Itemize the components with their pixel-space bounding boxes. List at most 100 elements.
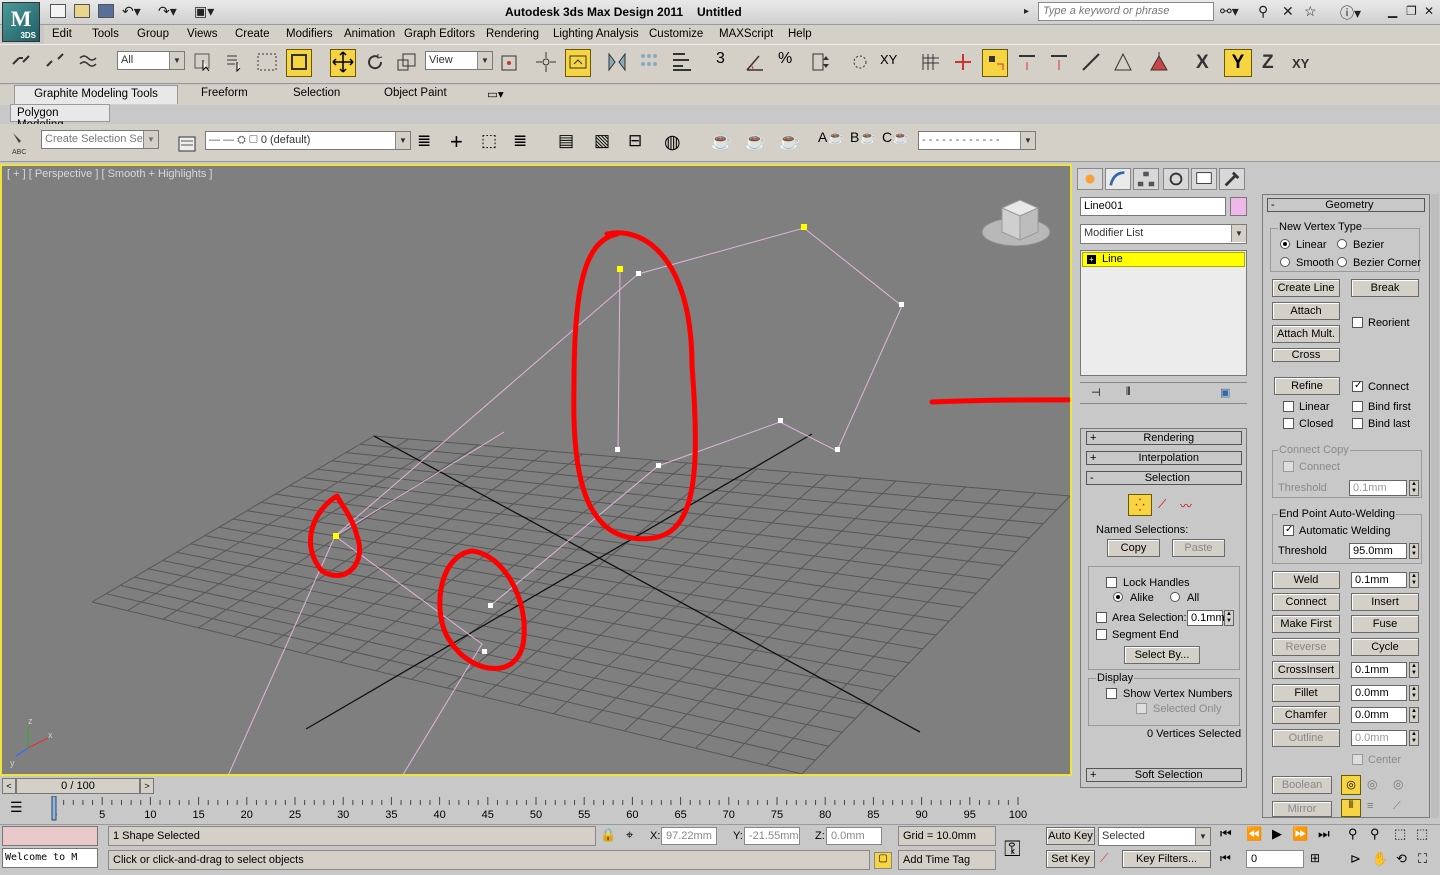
- selection-lock-icon[interactable]: 🔒: [600, 827, 616, 843]
- connect-button[interactable]: Connect: [1272, 593, 1340, 611]
- menu-edit[interactable]: Edit: [52, 28, 72, 40]
- outline-button[interactable]: Outline: [1272, 729, 1340, 747]
- boolean-intersect-icon[interactable]: ◎: [1393, 777, 1403, 791]
- ribbon-options-icon[interactable]: ▭▾: [487, 87, 504, 101]
- zoom-all-icon[interactable]: ⚲: [1370, 826, 1380, 842]
- hierarchy-tab-icon[interactable]: [1133, 168, 1159, 190]
- viewport-scene[interactable]: z x y: [2, 166, 1070, 774]
- bind-last-checkbox[interactable]: [1352, 418, 1363, 429]
- maximize-viewport-icon[interactable]: ⛶: [1418, 851, 1427, 867]
- perspective-viewport[interactable]: z x y: [0, 164, 1072, 776]
- current-frame-field[interactable]: 0: [1246, 850, 1304, 868]
- area-selection-checkbox[interactable]: [1096, 612, 1107, 623]
- edge-snap-icon[interactable]: [1078, 49, 1104, 77]
- menu-create[interactable]: Create: [235, 28, 270, 40]
- midpoint-snap-icon[interactable]: [1046, 49, 1072, 77]
- show-end-result-icon[interactable]: ⫴: [1126, 386, 1131, 399]
- crossinsert-button[interactable]: CrossInsert: [1272, 661, 1340, 679]
- key-filters-button[interactable]: Key Filters...: [1122, 850, 1211, 868]
- angle-snap-icon[interactable]: [742, 49, 768, 77]
- fuse-button[interactable]: Fuse: [1351, 615, 1419, 633]
- layer-manager-button-icon[interactable]: [176, 131, 200, 155]
- previous-frame-icon[interactable]: ⏪: [1246, 826, 1262, 842]
- vertex-type-bezier-radio[interactable]: [1337, 239, 1347, 249]
- object-name-field[interactable]: Line001: [1080, 197, 1226, 216]
- select-manipulate-icon[interactable]: [533, 49, 559, 77]
- rollout-geometry[interactable]: - Geometry: [1267, 198, 1425, 212]
- tab-freeform[interactable]: Freeform: [201, 87, 248, 99]
- menu-rendering[interactable]: Rendering: [486, 28, 539, 40]
- next-frame-icon[interactable]: ⏩: [1292, 826, 1308, 842]
- undo-icon[interactable]: ↶▾: [122, 3, 141, 20]
- project-folder-icon[interactable]: ▣▾: [194, 3, 214, 20]
- create-tab-icon[interactable]: [1077, 168, 1103, 190]
- auto-key-button[interactable]: Auto Key: [1046, 827, 1095, 845]
- pivot-center-icon[interactable]: [497, 49, 523, 77]
- area-selection-spinner-arrows[interactable]: ▲ ▼: [1224, 610, 1234, 626]
- key-mode-toggle-icon[interactable]: ⏮: [1220, 851, 1231, 866]
- new-file-icon[interactable]: [50, 4, 66, 18]
- insert-button[interactable]: Insert: [1351, 593, 1419, 611]
- set-key-button[interactable]: Set Key: [1046, 850, 1095, 868]
- rollout-soft-selection[interactable]: + Soft Selection: [1086, 768, 1242, 782]
- bind-space-warp-icon[interactable]: [76, 49, 102, 77]
- chamfer-button[interactable]: Chamfer: [1272, 706, 1340, 724]
- cross-section-button[interactable]: Cross Section: [1272, 348, 1340, 362]
- go-to-end-icon[interactable]: ⏭: [1318, 826, 1330, 842]
- render-production-icon[interactable]: ☕: [778, 131, 800, 152]
- pan-view-icon[interactable]: ✋: [1372, 851, 1388, 867]
- close-button[interactable]: ✕: [1424, 4, 1434, 18]
- configure-modifier-sets-icon[interactable]: ▣: [1220, 386, 1230, 399]
- save-icon[interactable]: [98, 4, 114, 18]
- field-of-view-icon[interactable]: ⊳: [1350, 851, 1361, 867]
- reverse-button[interactable]: Reverse: [1272, 638, 1340, 656]
- named-selection-sets-icon[interactable]: [847, 49, 873, 77]
- rendered-frame-window-icon[interactable]: ☕: [744, 131, 766, 152]
- select-by-name-icon[interactable]: [222, 49, 248, 77]
- key-set-dropdown[interactable]: Selected ▼: [1098, 827, 1211, 846]
- maxscript-listener-mini[interactable]: [2, 826, 98, 846]
- tab-selection[interactable]: Selection: [293, 87, 340, 99]
- rollout-interpolation[interactable]: + Interpolation: [1086, 451, 1242, 465]
- app-logo-button[interactable]: M 3DS: [2, 2, 40, 42]
- stack-item-line[interactable]: + Line: [1082, 252, 1245, 267]
- lock-handles-checkbox[interactable]: [1106, 577, 1117, 588]
- cycle-button[interactable]: Cycle: [1351, 638, 1419, 656]
- xy-constraint-icon[interactable]: XY: [880, 52, 897, 67]
- bind-first-checkbox[interactable]: [1352, 401, 1363, 412]
- search-expand-icon[interactable]: ▸: [1024, 6, 1029, 17]
- all-radio[interactable]: [1170, 592, 1180, 602]
- open-file-icon[interactable]: [74, 4, 90, 18]
- next-frame-arrow[interactable]: >: [140, 778, 154, 794]
- current-layer-dropdown[interactable]: — — ⛭ ▢ 0 (default) ▼: [205, 131, 411, 150]
- command-panel-scrollbar[interactable]: [1431, 194, 1439, 818]
- vertex-type-smooth-radio[interactable]: [1280, 257, 1290, 267]
- create-line-button[interactable]: Create Line: [1272, 279, 1340, 297]
- select-and-move-icon[interactable]: [330, 49, 356, 77]
- axis-z-button[interactable]: Z: [1262, 52, 1274, 74]
- schematic-view-icon[interactable]: ⊟: [628, 131, 642, 151]
- tab-polygon-modeling[interactable]: Polygon Modeling: [10, 104, 110, 131]
- y-coordinate-field[interactable]: -21.55mm: [744, 827, 800, 845]
- connect-copy-threshold-arrows[interactable]: ▲ ▼: [1409, 480, 1419, 496]
- axis-x-button[interactable]: X: [1196, 52, 1209, 74]
- rectangular-selection-icon[interactable]: [254, 49, 280, 77]
- paste-selection-button[interactable]: Paste: [1172, 539, 1225, 557]
- crossinsert-spinner[interactable]: 0.1mm: [1351, 662, 1407, 678]
- refine-button[interactable]: Refine: [1274, 377, 1340, 395]
- menu-maxscript[interactable]: MAXScript: [719, 28, 773, 40]
- named-selection-set-dropdown[interactable]: Create Selection Se ▼: [41, 130, 159, 149]
- boolean-subtract-icon[interactable]: ◎: [1367, 777, 1377, 791]
- track-view-icon[interactable]: ▧: [594, 131, 610, 151]
- orbit-icon[interactable]: ⟲: [1396, 851, 1407, 867]
- vertex-type-linear-radio[interactable]: [1280, 239, 1290, 249]
- grid-snap-icon[interactable]: [918, 49, 944, 77]
- axis-xy-button[interactable]: XY: [1292, 56, 1309, 71]
- mirror-button[interactable]: Mirror: [1272, 801, 1332, 817]
- chamfer-spinner-arrows[interactable]: ▲ ▼: [1409, 707, 1419, 723]
- select-object-icon[interactable]: [190, 49, 216, 77]
- favorites-icon[interactable]: ☆: [1304, 3, 1317, 20]
- vertex-snap-icon[interactable]: [982, 49, 1008, 77]
- time-configuration-icon[interactable]: ⊞: [1310, 851, 1320, 865]
- attach-mult-button[interactable]: Attach Mult.: [1272, 325, 1340, 343]
